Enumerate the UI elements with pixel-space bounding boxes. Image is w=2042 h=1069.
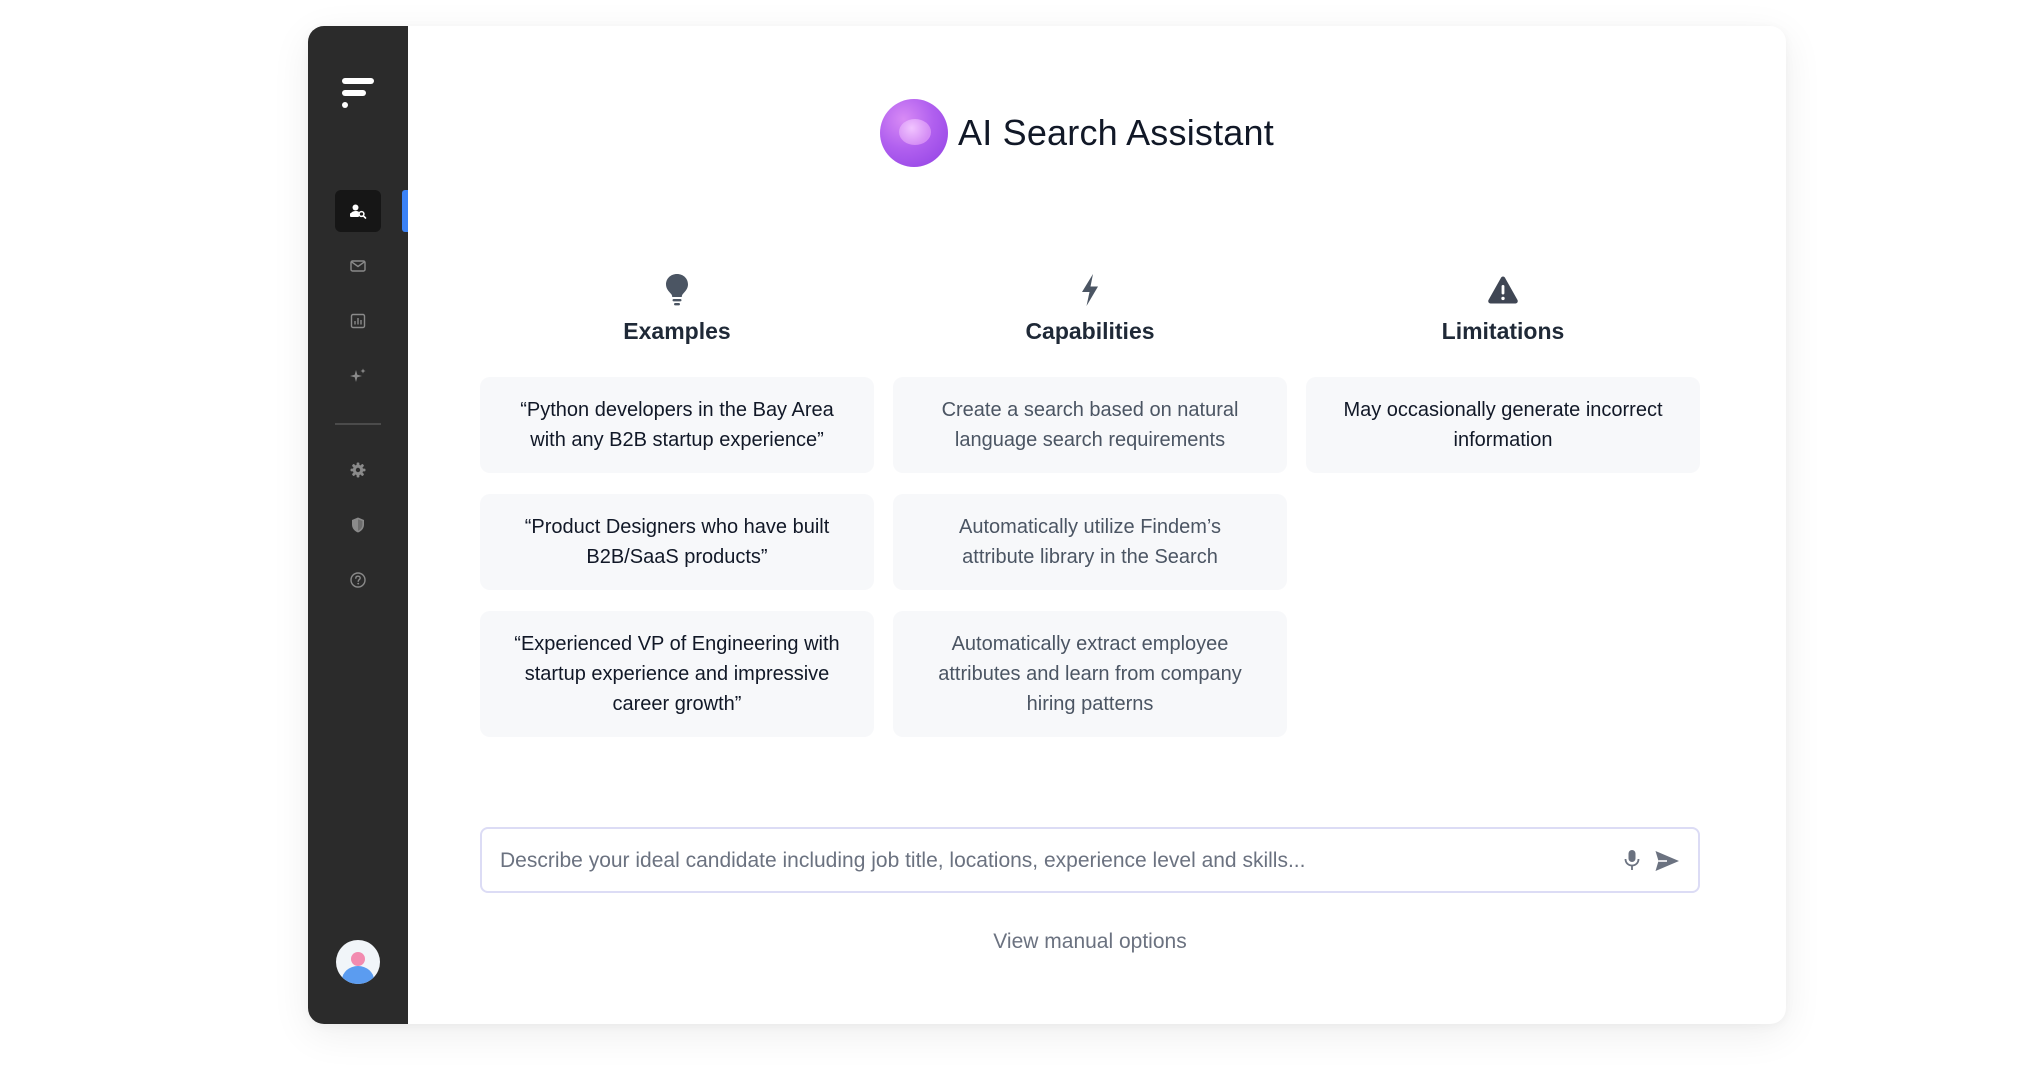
assistant-orb-icon xyxy=(880,99,948,167)
sidebar-item-help[interactable] xyxy=(335,559,381,601)
avatar[interactable] xyxy=(336,940,380,984)
capability-card: Automatically extract employee attribute… xyxy=(893,611,1287,737)
sidebar-item-ai[interactable] xyxy=(335,355,381,397)
example-card[interactable]: “Python developers in the Bay Area with … xyxy=(480,377,874,473)
view-manual-options-link[interactable]: View manual options xyxy=(480,930,1700,954)
sidebar-divider xyxy=(335,423,381,425)
example-card[interactable]: “Experienced VP of Engineering with star… xyxy=(480,611,874,737)
search-input[interactable] xyxy=(498,829,1602,893)
capabilities-heading: Capabilities xyxy=(1025,318,1155,344)
chart-icon xyxy=(350,313,366,329)
sidebar-item-settings[interactable] xyxy=(335,449,381,491)
help-icon xyxy=(350,572,366,588)
app-window: AI Search Assistant Examples “Python dev… xyxy=(308,26,1786,1024)
microphone-icon[interactable] xyxy=(1620,848,1644,872)
page-title: AI Search Assistant xyxy=(958,112,1274,153)
main-content: AI Search Assistant Examples “Python dev… xyxy=(408,26,1786,1024)
people-search-icon xyxy=(350,204,367,219)
capability-card: Create a search based on natural languag… xyxy=(893,377,1287,473)
warning-icon xyxy=(1306,270,1700,310)
capability-card: Automatically utilize Findem’s attribute… xyxy=(893,494,1287,590)
sidebar-item-analytics[interactable] xyxy=(335,300,381,342)
send-icon[interactable] xyxy=(1654,849,1680,873)
sidebar-item-messages[interactable] xyxy=(335,245,381,287)
shield-icon xyxy=(352,517,364,533)
search-box xyxy=(480,827,1700,893)
mail-icon xyxy=(350,260,366,272)
sparkle-icon xyxy=(350,368,366,382)
sidebar-item-people-search[interactable] xyxy=(335,190,381,232)
header: AI Search Assistant xyxy=(880,98,1274,168)
lightning-icon xyxy=(893,270,1287,310)
limitations-heading: Limitations xyxy=(1441,318,1565,344)
sidebar-item-security[interactable] xyxy=(335,504,381,546)
gear-icon xyxy=(350,462,366,478)
sidebar xyxy=(308,26,408,1024)
examples-heading: Examples xyxy=(623,318,731,344)
findem-logo-icon[interactable] xyxy=(342,78,378,114)
limitation-card: May occasionally generate incorrect info… xyxy=(1306,377,1700,473)
example-card[interactable]: “Product Designers who have built B2B/Sa… xyxy=(480,494,874,590)
lightbulb-icon xyxy=(480,270,874,310)
